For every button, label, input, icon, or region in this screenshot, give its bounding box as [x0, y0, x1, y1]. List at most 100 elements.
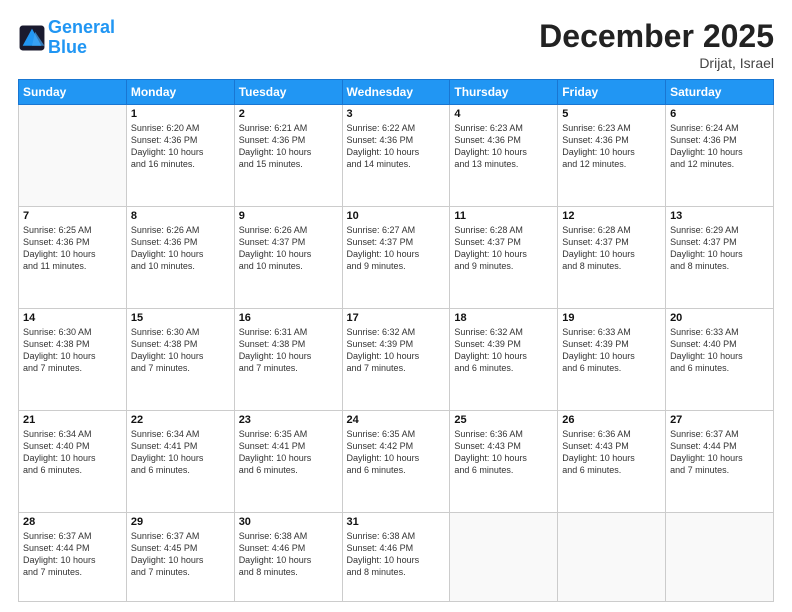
calendar-cell: 11 Sunrise: 6:28 AMSunset: 4:37 PMDayligh… [450, 206, 558, 308]
day-number: 25 [454, 414, 553, 426]
day-number: 26 [562, 414, 661, 426]
calendar-cell [450, 512, 558, 602]
day-number: 21 [23, 414, 122, 426]
week-row-4: 21 Sunrise: 6:34 AMSunset: 4:40 PMDayligh… [19, 410, 774, 512]
calendar-cell: 27Sunrise: 6:37 AMSunset: 4:44 PMDayligh… [666, 410, 774, 512]
calendar-cell: 24 Sunrise: 6:35 AMSunset: 4:42 PMDayligh… [342, 410, 450, 512]
day-info: Sunrise: 6:23 AMSunset: 4:36 PMDaylight:… [562, 122, 661, 171]
day-info: Sunrise: 6:33 AMSunset: 4:40 PMDaylight:… [670, 326, 769, 375]
day-number: 11 [454, 210, 553, 222]
calendar-cell: 28Sunrise: 6:37 AMSunset: 4:44 PMDayligh… [19, 512, 127, 602]
calendar-cell: 10 Sunrise: 6:27 AMSunset: 4:37 PMDayligh… [342, 206, 450, 308]
calendar-table: SundayMondayTuesdayWednesdayThursdayFrid… [18, 79, 774, 602]
page: General Blue December 2025 Drijat, Israe… [0, 0, 792, 612]
day-info: Sunrise: 6:30 AMSunset: 4:38 PMDaylight:… [23, 326, 122, 375]
calendar-cell: 5 Sunrise: 6:23 AMSunset: 4:36 PMDaylight… [558, 105, 666, 207]
calendar-cell: 2Sunrise: 6:21 AMSunset: 4:36 PMDaylight… [234, 105, 342, 207]
calendar-cell [19, 105, 127, 207]
calendar-cell: 20 Sunrise: 6:33 AMSunset: 4:40 PMDayligh… [666, 308, 774, 410]
day-info: Sunrise: 6:23 AMSunset: 4:36 PMDaylight:… [454, 122, 553, 171]
day-info: Sunrise: 6:21 AMSunset: 4:36 PMDaylight:… [239, 122, 338, 171]
day-info: Sunrise: 6:37 AMSunset: 4:45 PMDaylight:… [131, 530, 230, 579]
day-info: Sunrise: 6:35 AMSunset: 4:41 PMDaylight:… [239, 428, 338, 477]
day-number: 23 [239, 414, 338, 426]
calendar-cell: 8Sunrise: 6:26 AMSunset: 4:36 PMDaylight… [126, 206, 234, 308]
month-title: December 2025 [539, 18, 774, 55]
day-info: Sunrise: 6:32 AMSunset: 4:39 PMDaylight:… [454, 326, 553, 375]
day-number: 7 [23, 210, 122, 222]
day-number: 22 [131, 414, 230, 426]
week-row-1: 1Sunrise: 6:20 AMSunset: 4:36 PMDaylight… [19, 105, 774, 207]
day-info: Sunrise: 6:35 AMSunset: 4:42 PMDaylight:… [347, 428, 446, 477]
logo-general: General [48, 17, 115, 37]
day-info: Sunrise: 6:29 AMSunset: 4:37 PMDaylight:… [670, 224, 769, 273]
calendar-cell: 31 Sunrise: 6:38 AMSunset: 4:46 PMDayligh… [342, 512, 450, 602]
logo-icon [18, 24, 46, 52]
day-info: Sunrise: 6:38 AMSunset: 4:46 PMDaylight:… [347, 530, 446, 579]
day-number: 18 [454, 312, 553, 324]
calendar-cell: 26 Sunrise: 6:36 AMSunset: 4:43 PMDayligh… [558, 410, 666, 512]
logo-text: General Blue [48, 18, 115, 58]
day-info: Sunrise: 6:27 AMSunset: 4:37 PMDaylight:… [347, 224, 446, 273]
day-number: 16 [239, 312, 338, 324]
calendar-cell: 22 Sunrise: 6:34 AMSunset: 4:41 PMDayligh… [126, 410, 234, 512]
calendar-cell: 3 Sunrise: 6:22 AMSunset: 4:36 PMDaylight… [342, 105, 450, 207]
day-number: 1 [131, 108, 230, 120]
day-number: 20 [670, 312, 769, 324]
week-row-5: 28Sunrise: 6:37 AMSunset: 4:44 PMDayligh… [19, 512, 774, 602]
calendar-cell: 21 Sunrise: 6:34 AMSunset: 4:40 PMDayligh… [19, 410, 127, 512]
day-number: 30 [239, 516, 338, 528]
day-info: Sunrise: 6:38 AMSunset: 4:46 PMDaylight:… [239, 530, 338, 579]
weekday-header-row: SundayMondayTuesdayWednesdayThursdayFrid… [19, 80, 774, 105]
day-number: 24 [347, 414, 446, 426]
calendar-cell: 7 Sunrise: 6:25 AMSunset: 4:36 PMDaylight… [19, 206, 127, 308]
calendar-cell: 14 Sunrise: 6:30 AMSunset: 4:38 PMDayligh… [19, 308, 127, 410]
day-info: Sunrise: 6:34 AMSunset: 4:40 PMDaylight:… [23, 428, 122, 477]
day-info: Sunrise: 6:32 AMSunset: 4:39 PMDaylight:… [347, 326, 446, 375]
location: Drijat, Israel [539, 55, 774, 71]
header: General Blue December 2025 Drijat, Israe… [18, 18, 774, 71]
calendar-cell: 15Sunrise: 6:30 AMSunset: 4:38 PMDayligh… [126, 308, 234, 410]
calendar-cell: 16Sunrise: 6:31 AMSunset: 4:38 PMDayligh… [234, 308, 342, 410]
calendar-cell [558, 512, 666, 602]
day-number: 29 [131, 516, 230, 528]
day-number: 3 [347, 108, 446, 120]
day-number: 13 [670, 210, 769, 222]
weekday-sunday: Sunday [19, 80, 127, 105]
week-row-3: 14 Sunrise: 6:30 AMSunset: 4:38 PMDayligh… [19, 308, 774, 410]
weekday-wednesday: Wednesday [342, 80, 450, 105]
day-info: Sunrise: 6:26 AMSunset: 4:37 PMDaylight:… [239, 224, 338, 273]
day-number: 6 [670, 108, 769, 120]
day-number: 14 [23, 312, 122, 324]
calendar-cell: 25 Sunrise: 6:36 AMSunset: 4:43 PMDayligh… [450, 410, 558, 512]
day-info: Sunrise: 6:37 AMSunset: 4:44 PMDaylight:… [23, 530, 122, 579]
calendar-cell: 4Sunrise: 6:23 AMSunset: 4:36 PMDaylight… [450, 105, 558, 207]
weekday-tuesday: Tuesday [234, 80, 342, 105]
calendar-cell: 9Sunrise: 6:26 AMSunset: 4:37 PMDaylight… [234, 206, 342, 308]
day-number: 12 [562, 210, 661, 222]
calendar-cell: 1Sunrise: 6:20 AMSunset: 4:36 PMDaylight… [126, 105, 234, 207]
day-info: Sunrise: 6:28 AMSunset: 4:37 PMDaylight:… [562, 224, 661, 273]
calendar-cell: 12 Sunrise: 6:28 AMSunset: 4:37 PMDayligh… [558, 206, 666, 308]
calendar-cell [666, 512, 774, 602]
calendar-cell: 17Sunrise: 6:32 AMSunset: 4:39 PMDayligh… [342, 308, 450, 410]
day-info: Sunrise: 6:28 AMSunset: 4:37 PMDaylight:… [454, 224, 553, 273]
calendar-cell: 23 Sunrise: 6:35 AMSunset: 4:41 PMDayligh… [234, 410, 342, 512]
day-number: 31 [347, 516, 446, 528]
calendar-cell: 13 Sunrise: 6:29 AMSunset: 4:37 PMDayligh… [666, 206, 774, 308]
day-info: Sunrise: 6:24 AMSunset: 4:36 PMDaylight:… [670, 122, 769, 171]
calendar-cell: 19Sunrise: 6:33 AMSunset: 4:39 PMDayligh… [558, 308, 666, 410]
day-number: 5 [562, 108, 661, 120]
weekday-monday: Monday [126, 80, 234, 105]
day-info: Sunrise: 6:34 AMSunset: 4:41 PMDaylight:… [131, 428, 230, 477]
day-number: 10 [347, 210, 446, 222]
day-info: Sunrise: 6:33 AMSunset: 4:39 PMDaylight:… [562, 326, 661, 375]
day-info: Sunrise: 6:25 AMSunset: 4:36 PMDaylight:… [23, 224, 122, 273]
calendar-cell: 30 Sunrise: 6:38 AMSunset: 4:46 PMDayligh… [234, 512, 342, 602]
day-info: Sunrise: 6:22 AMSunset: 4:36 PMDaylight:… [347, 122, 446, 171]
day-info: Sunrise: 6:37 AMSunset: 4:44 PMDaylight:… [670, 428, 769, 477]
day-info: Sunrise: 6:36 AMSunset: 4:43 PMDaylight:… [562, 428, 661, 477]
logo-blue: Blue [48, 37, 87, 57]
day-info: Sunrise: 6:36 AMSunset: 4:43 PMDaylight:… [454, 428, 553, 477]
weekday-friday: Friday [558, 80, 666, 105]
